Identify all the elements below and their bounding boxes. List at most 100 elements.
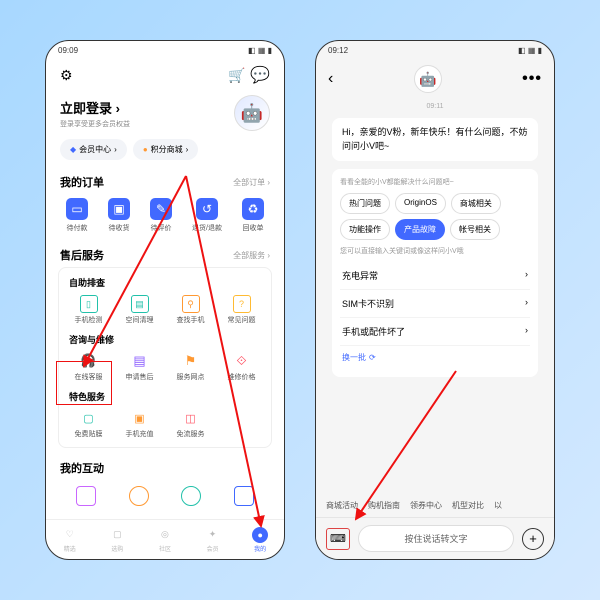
pill-mall[interactable]: 商城相关 [451, 193, 501, 214]
box-icon: ▣ [108, 198, 130, 220]
keyboard-button[interactable]: ⌨ [326, 528, 350, 550]
price-icon: ⟐ [233, 352, 251, 370]
self-find[interactable]: ⚲查找手机 [165, 295, 216, 325]
chat-header: ‹ 🤖 ••• [316, 59, 554, 99]
back-button[interactable]: ‹ [328, 70, 333, 88]
phone-icon: ▯ [80, 295, 98, 313]
login-row[interactable]: 立即登录 › 登录享受更多会员权益 🤖 [46, 91, 284, 139]
status-bar-2: 09:12 ◧ ▦ ▮ [316, 41, 554, 59]
tab-featured[interactable]: ♡精选 [62, 527, 78, 553]
after-card: 自助排查 ▯手机检测 ▤空间清理 ⚲查找手机 ?常见问题 咨询与维修 🎧在线客服… [58, 267, 272, 448]
consult-title: 咨询与维修 [59, 331, 271, 350]
input-bar: ⌨ 按住说话转文字 + [316, 517, 554, 559]
pill-hot[interactable]: 热门问题 [340, 193, 390, 214]
status-time: 09:09 [58, 46, 78, 55]
wallet-icon: ▭ [66, 198, 88, 220]
online-service[interactable]: 🎧在线客服 [63, 352, 114, 382]
chip-compare[interactable]: 机型对比 [452, 500, 484, 511]
timestamp: 09:11 [326, 99, 544, 114]
orders-link[interactable]: 全部订单 › [233, 177, 270, 188]
order-review[interactable]: ✎待评价 [150, 198, 172, 233]
tab-member[interactable]: ✦会员 [205, 527, 221, 553]
location-icon: ⚑ [182, 352, 200, 370]
suggestion-card: 看看全能的小V都能解决什么问题吧~ 热门问题 OriginOS 商城相关 功能操… [332, 169, 538, 377]
headset-icon: 🎧 [80, 352, 98, 370]
cart-icon[interactable]: 🛒 [228, 67, 245, 83]
points-chip[interactable]: ●积分商城 › [133, 139, 199, 160]
tab-bar: ♡精选 ▢选购 ◎社区 ✦会员 ●我的 [46, 519, 284, 559]
sugg-title: 看看全能的小V都能解决什么问题吧~ [340, 177, 530, 187]
apply-after[interactable]: ▤申请售后 [114, 352, 165, 382]
chip-activity[interactable]: 商城活动 [326, 500, 358, 511]
more-button[interactable]: ••• [522, 70, 542, 88]
interact-3[interactable] [181, 486, 201, 506]
chip-more[interactable]: 以 [494, 500, 502, 511]
clean-icon: ▤ [131, 295, 149, 313]
plus-button[interactable]: + [522, 528, 544, 550]
order-pay[interactable]: ▭待付款 [66, 198, 88, 233]
pill-origin[interactable]: OriginOS [395, 193, 446, 214]
interact-4[interactable] [234, 486, 254, 506]
tab-community[interactable]: ◎社区 [157, 527, 173, 553]
search-icon: ⚲ [182, 295, 200, 313]
settings-icon[interactable]: ⚙ [60, 67, 73, 84]
order-receive[interactable]: ▣待收货 [108, 198, 130, 233]
refund-icon: ↺ [196, 198, 218, 220]
self-detect[interactable]: ▯手机检测 [63, 295, 114, 325]
interact-2[interactable] [129, 486, 149, 506]
sugg-sub: 您可以直接输入关键词或像这样问小V哦 [340, 246, 530, 256]
status-icons: ◧ ▦ ▮ [248, 46, 272, 55]
pill-fault[interactable]: 产品故障 [395, 219, 445, 240]
order-refund[interactable]: ↺退货/退款 [192, 198, 222, 233]
interact-title: 我的互动 [60, 460, 104, 476]
avatar[interactable]: 🤖 [234, 95, 270, 131]
quick-chips: ◆会员中心 › ●积分商城 › [46, 139, 284, 168]
tab-mine[interactable]: ●我的 [252, 527, 268, 553]
order-recycle[interactable]: ♻回收单 [242, 198, 264, 233]
pill-func[interactable]: 功能操作 [340, 219, 390, 240]
recycle-icon: ♻ [242, 198, 264, 220]
chevron-right-icon: › [525, 269, 528, 282]
self-title: 自助排查 [59, 274, 271, 293]
free-film[interactable]: ▢免费贴膜 [63, 409, 114, 439]
voice-input[interactable]: 按住说话转文字 [358, 525, 514, 552]
faq-charge[interactable]: 充电异常› [340, 262, 530, 290]
recharge[interactable]: ▣手机充值 [114, 409, 165, 439]
recharge-icon: ▣ [131, 409, 149, 427]
self-faq[interactable]: ?常见问题 [216, 295, 267, 325]
status-bar: 09:09 ◧ ▦ ▮ [46, 41, 284, 59]
chip-guide[interactable]: 购机指南 [368, 500, 400, 511]
header-right: 🛒 💬 [228, 65, 270, 85]
after-title: 售后服务 [60, 247, 104, 263]
chevron-right-icon: › [525, 325, 528, 338]
repair-price[interactable]: ⟐维修价格 [216, 352, 267, 382]
login-title: 立即登录 [60, 101, 112, 116]
orders-title: 我的订单 [60, 174, 104, 190]
tab-shop[interactable]: ▢选购 [109, 527, 125, 553]
orders-grid: ▭待付款 ▣待收货 ✎待评价 ↺退货/退款 ♻回收单 [46, 194, 284, 241]
form-icon: ▤ [131, 352, 149, 370]
status-time-2: 09:12 [328, 46, 348, 55]
pill-account[interactable]: 帐号相关 [450, 219, 500, 240]
interact-row [46, 480, 284, 512]
greeting-bubble: Hi，亲爱的V粉，新年快乐！有什么问题，不妨问问小V吧~ [332, 118, 538, 161]
plus-icon: + [529, 531, 537, 546]
comment-icon: ✎ [150, 198, 172, 220]
login-sub: 登录享受更多会员权益 [60, 119, 130, 129]
bot-avatar[interactable]: 🤖 [414, 65, 442, 93]
interact-1[interactable] [76, 486, 96, 506]
service-point[interactable]: ⚑服务网点 [165, 352, 216, 382]
after-link[interactable]: 全部服务 › [233, 250, 270, 261]
self-clean[interactable]: ▤空间清理 [114, 295, 165, 325]
free-data[interactable]: ◫免流服务 [165, 409, 216, 439]
refresh-button[interactable]: 换一批⟳ [340, 346, 530, 369]
film-icon: ▢ [80, 409, 98, 427]
faq-broken[interactable]: 手机或配件坏了› [340, 318, 530, 346]
chat-icon[interactable]: 💬 [250, 67, 270, 84]
chip-coupon[interactable]: 领券中心 [410, 500, 442, 511]
member-chip[interactable]: ◆会员中心 › [60, 139, 127, 160]
refresh-icon: ⟳ [369, 353, 376, 362]
special-title: 特色服务 [59, 388, 271, 407]
phone-left: 09:09 ◧ ▦ ▮ ⚙ 🛒 💬 立即登录 › 登录享受更多会员权益 🤖 ◆会… [45, 40, 285, 560]
faq-sim[interactable]: SIM卡不识别› [340, 290, 530, 318]
